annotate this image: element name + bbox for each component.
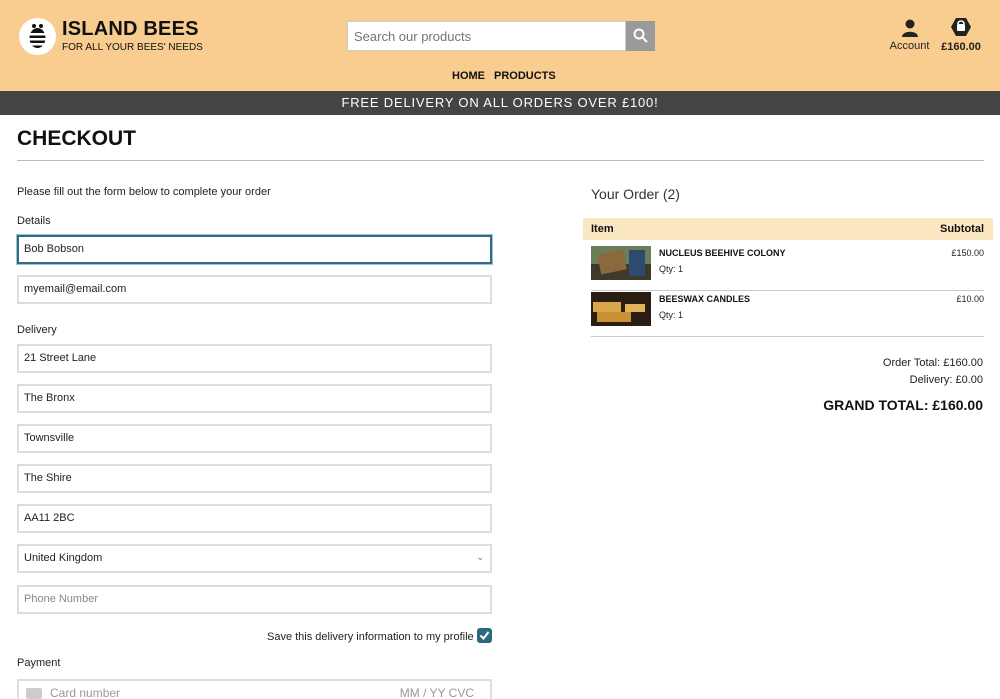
page-title: CHECKOUT — [17, 127, 136, 150]
chevron-down-icon: ⌄ — [476, 552, 484, 562]
search-icon — [633, 28, 648, 43]
product-qty: Qty: 1 — [659, 264, 684, 274]
order-total: Order Total: £160.00 — [882, 357, 983, 369]
nav-home[interactable]: HOME — [452, 70, 485, 82]
account-label: Account — [889, 40, 930, 52]
order-table-header: Item Subtotal — [583, 218, 993, 240]
product-name: NUCLEUS BEEHIVE COLONY — [659, 248, 786, 258]
form-instructions: Please fill out the form below to comple… — [17, 186, 271, 198]
full-name-field[interactable]: Bob Bobson — [17, 235, 492, 264]
brand-subtitle: FOR ALL YOUR BEES' NEEDS — [62, 42, 203, 53]
delivery-banner: FREE DELIVERY ON ALL ORDERS OVER £100! — [0, 91, 1000, 115]
street-address2-field[interactable]: The Bronx — [17, 384, 492, 413]
product-thumbnail[interactable] — [591, 292, 651, 326]
country-select[interactable]: United Kingdom ⌄ — [17, 544, 492, 573]
county-field[interactable]: The Shire — [17, 464, 492, 493]
street-address1-field[interactable]: 21 Street Lane — [17, 344, 492, 373]
phone-field[interactable]: Phone Number — [17, 585, 492, 614]
product-thumbnail[interactable] — [591, 246, 651, 280]
nav-products[interactable]: PRODUCTS — [494, 70, 556, 82]
bee-logo-icon[interactable] — [19, 18, 56, 55]
brand-title[interactable]: ISLAND BEES — [62, 18, 199, 41]
account-link[interactable]: Account — [887, 19, 932, 52]
search-button[interactable] — [626, 21, 655, 51]
shopping-bag-icon — [951, 18, 971, 36]
product-name: BEESWAX CANDLES — [659, 294, 751, 304]
save-info-checkbox[interactable] — [477, 628, 492, 643]
delivery-cost: Delivery: £0.00 — [909, 374, 983, 386]
card-expiry-cvc-placeholder: MM / YY CVC — [399, 686, 474, 699]
order-item-row: BEESWAX CANDLES Qty: 1 £10.00 — [591, 292, 984, 337]
bag-total: £160.00 — [941, 41, 981, 53]
payment-label: Payment — [17, 657, 61, 669]
order-item-row: NUCLEUS BEEHIVE COLONY Qty: 1 £150.00 — [591, 246, 984, 291]
product-subtotal: £10.00 — [956, 294, 984, 304]
details-label: Details — [17, 215, 51, 227]
card-number-field[interactable]: Card number MM / YY CVC — [17, 679, 492, 699]
shopping-bag-link[interactable]: £160.00 — [939, 16, 983, 53]
order-title: Your Order (2) — [591, 186, 680, 202]
site-header: ISLAND BEES FOR ALL YOUR BEES' NEEDS Acc… — [0, 0, 1000, 91]
product-subtotal: £150.00 — [951, 248, 984, 258]
product-qty: Qty: 1 — [659, 310, 684, 320]
account-icon — [901, 19, 918, 37]
credit-card-icon — [26, 688, 42, 699]
save-info-label: Save this delivery information to my pro… — [267, 631, 474, 643]
divider — [17, 160, 984, 161]
postcode-field[interactable]: AA11 2BC — [17, 504, 492, 533]
grand-total: GRAND TOTAL: £160.00 — [823, 397, 983, 413]
country-value: United Kingdom — [24, 552, 103, 564]
column-header-subtotal: Subtotal — [940, 223, 984, 235]
card-number-placeholder: Card number — [50, 686, 121, 699]
column-header-item: Item — [591, 223, 614, 235]
delivery-label: Delivery — [17, 324, 57, 336]
checkmark-icon — [479, 631, 490, 641]
email-field[interactable]: myemail@email.com — [17, 275, 492, 304]
town-field[interactable]: Townsville — [17, 424, 492, 453]
search-input[interactable] — [347, 21, 626, 51]
